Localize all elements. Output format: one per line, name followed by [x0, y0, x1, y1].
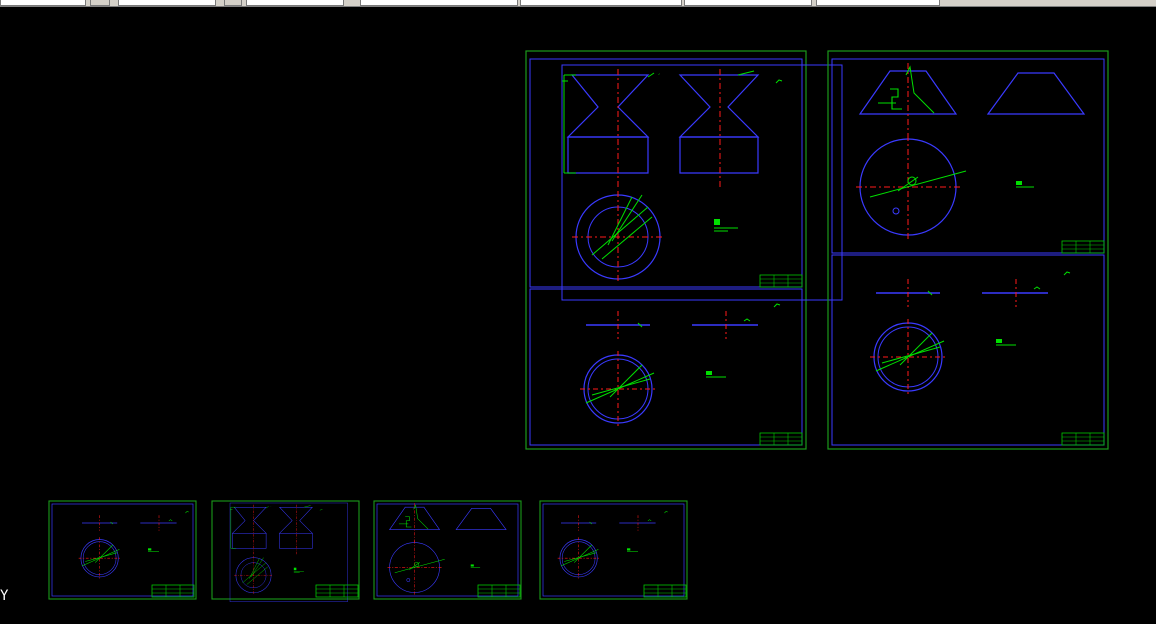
sheet-small-2[interactable] — [211, 500, 360, 602]
sheet-large-c[interactable] — [827, 50, 1109, 450]
ucs-y-axis-label: Y — [0, 588, 9, 604]
sheet-large-a[interactable] — [525, 50, 843, 450]
layer-control[interactable] — [0, 0, 86, 6]
plotstyle-control[interactable] — [360, 0, 518, 6]
drawing-canvas[interactable]: ✓ — [0, 7, 1156, 624]
dimstyle-control[interactable] — [684, 0, 812, 6]
textstyle-control[interactable] — [816, 0, 940, 6]
linetype-control[interactable] — [118, 0, 216, 6]
color-control[interactable] — [520, 0, 682, 6]
sheet-large-b[interactable] — [529, 288, 803, 446]
layer-tool-icon[interactable] — [90, 0, 110, 6]
properties-toolbar — [0, 0, 1156, 7]
sheet-small-1[interactable] — [48, 500, 197, 600]
sheet-small-4[interactable] — [539, 500, 688, 600]
lineweight-control[interactable] — [246, 0, 344, 6]
sheet-large-d[interactable] — [831, 254, 1105, 446]
sheet-small-3[interactable] — [373, 500, 522, 600]
color-icon[interactable] — [224, 0, 242, 6]
